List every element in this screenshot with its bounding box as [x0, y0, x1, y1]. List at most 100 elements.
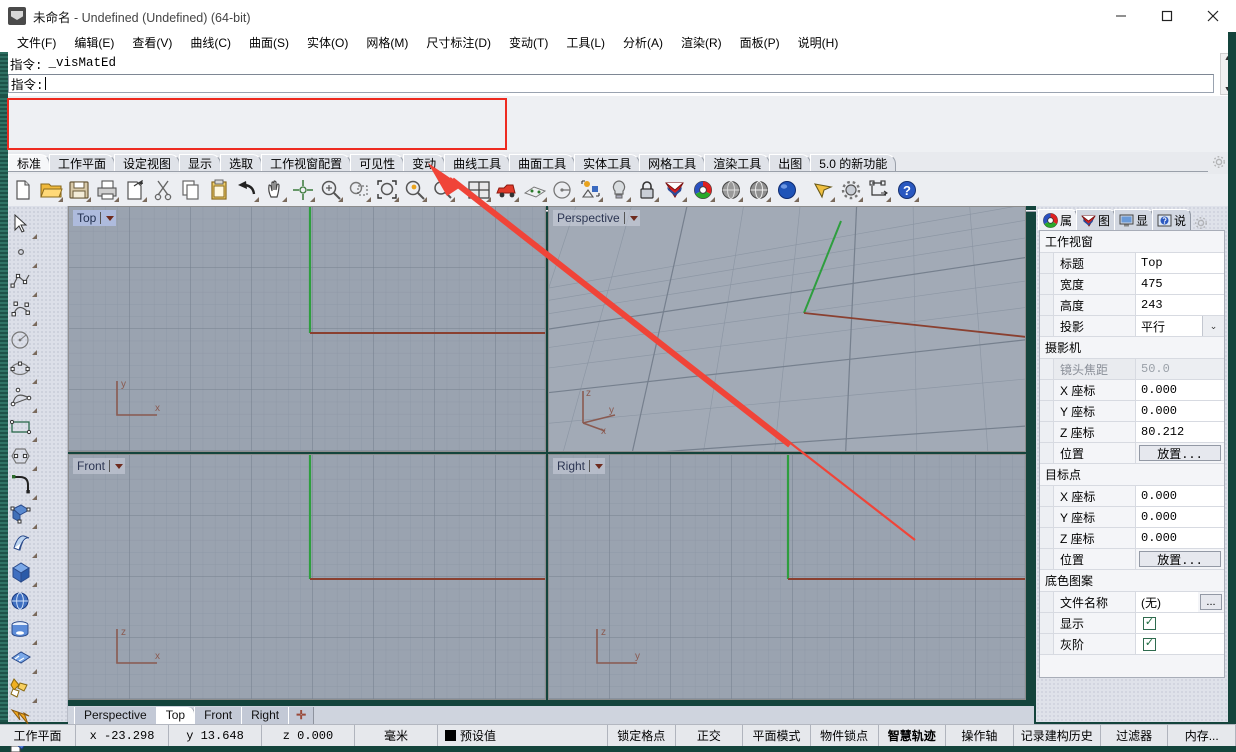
- property-value[interactable]: 0.000: [1136, 507, 1224, 527]
- new-file-icon[interactable]: [10, 177, 36, 203]
- menu-item-4[interactable]: 曲线(C): [181, 32, 240, 53]
- curve-control-points-icon[interactable]: [8, 298, 38, 327]
- browse-file-button[interactable]: ...: [1200, 594, 1222, 610]
- status-toggle-3[interactable]: 平面模式: [743, 725, 811, 746]
- cut-icon[interactable]: [150, 177, 176, 203]
- car-icon[interactable]: [494, 177, 520, 203]
- viewport-tab-top[interactable]: Top: [155, 707, 196, 724]
- status-toggle-1[interactable]: 锁定格点: [608, 725, 676, 746]
- explode-icon[interactable]: [8, 675, 38, 704]
- property-value[interactable]: (无): [1136, 592, 1198, 612]
- surface-from-points-icon[interactable]: [8, 501, 38, 530]
- zoom-selected-icon[interactable]: [402, 177, 428, 203]
- pan-icon[interactable]: [262, 177, 288, 203]
- right-panel-tab-2[interactable]: 图: [1076, 209, 1116, 230]
- boolean-icon[interactable]: [8, 646, 38, 675]
- menu-item-9[interactable]: 变动(T): [500, 32, 557, 53]
- main-tab-8[interactable]: 变动: [403, 154, 446, 172]
- menu-item-7[interactable]: 网格(M): [357, 32, 417, 53]
- menu-item-6[interactable]: 实体(O): [298, 32, 357, 53]
- polygon-icon[interactable]: [8, 443, 38, 472]
- main-tab-11[interactable]: 实体工具: [574, 154, 641, 172]
- status-toggle-9[interactable]: 内存...: [1168, 725, 1236, 746]
- group-icon[interactable]: [578, 177, 604, 203]
- menu-item-12[interactable]: 渲染(R): [672, 32, 731, 53]
- main-tab-6[interactable]: 工作视窗配置: [261, 154, 352, 172]
- zoom-window-icon[interactable]: [346, 177, 372, 203]
- property-value[interactable]: 0.000: [1136, 401, 1224, 421]
- viewport-tab-perspective[interactable]: Perspective: [74, 707, 157, 724]
- main-tab-2[interactable]: 工作平面: [49, 154, 116, 172]
- extrude-surface-icon[interactable]: [8, 530, 38, 559]
- main-tab-10[interactable]: 曲面工具: [509, 154, 576, 172]
- box-icon[interactable]: [8, 559, 38, 588]
- add-viewport-tab-button[interactable]: ✛: [288, 707, 315, 724]
- menu-item-11[interactable]: 分析(A): [614, 32, 672, 53]
- maximize-button[interactable]: [1144, 0, 1190, 32]
- clock-icon[interactable]: [550, 177, 576, 203]
- property-value[interactable]: Top: [1136, 253, 1224, 273]
- place-button[interactable]: 放置...: [1139, 551, 1221, 568]
- polyline-icon[interactable]: [8, 269, 38, 298]
- rotate-view-icon[interactable]: [290, 177, 316, 203]
- fillet-curve-icon[interactable]: [8, 472, 38, 501]
- status-layer[interactable]: 预设值: [438, 725, 608, 746]
- render-sphere-icon[interactable]: [774, 177, 800, 203]
- rectangle-icon[interactable]: [8, 414, 38, 443]
- status-toggle-2[interactable]: 正交: [676, 725, 744, 746]
- property-value[interactable]: 243: [1136, 295, 1224, 315]
- dimension-icon[interactable]: [866, 177, 892, 203]
- viewport-front-label-button[interactable]: Front: [73, 458, 126, 474]
- close-button[interactable]: [1190, 0, 1236, 32]
- property-checkbox[interactable]: ✓: [1143, 616, 1156, 630]
- property-value[interactable]: 平行: [1136, 316, 1202, 336]
- property-checkbox[interactable]: ✓: [1143, 637, 1156, 651]
- viewport-layout-icon[interactable]: [466, 177, 492, 203]
- menu-item-8[interactable]: 尺寸标注(D): [417, 32, 500, 53]
- cplane-icon[interactable]: [522, 177, 548, 203]
- select-object-icon[interactable]: [8, 211, 38, 240]
- main-tab-12[interactable]: 网格工具: [639, 154, 706, 172]
- menu-item-10[interactable]: 工具(L): [557, 32, 614, 53]
- viewport-perspective-label-button[interactable]: Perspective: [553, 210, 640, 226]
- chevron-down-icon[interactable]: ⌄: [1202, 316, 1224, 336]
- viewport-tab-right[interactable]: Right: [241, 707, 290, 724]
- zoom-dynamic-icon[interactable]: [430, 177, 456, 203]
- open-file-icon[interactable]: [38, 177, 64, 203]
- viewport-perspective[interactable]: Perspective z y x: [548, 206, 1026, 452]
- property-value[interactable]: 80.212: [1136, 422, 1224, 442]
- viewport-tab-front[interactable]: Front: [194, 707, 243, 724]
- menu-item-3[interactable]: 查看(V): [123, 32, 181, 53]
- options-gear-icon[interactable]: [838, 177, 864, 203]
- status-toggle-5[interactable]: 智慧轨迹: [879, 725, 947, 746]
- right-panel-tab-4[interactable]: 说: [1152, 209, 1192, 230]
- main-tab-1[interactable]: 标准: [8, 154, 51, 172]
- layer-icon[interactable]: [662, 177, 688, 203]
- menu-item-14[interactable]: 说明(H): [789, 32, 848, 53]
- right-panel-tab-3[interactable]: 显: [1114, 209, 1154, 230]
- export-icon[interactable]: [122, 177, 148, 203]
- viewport-right-label-button[interactable]: Right: [553, 458, 606, 474]
- zoom-extents-icon[interactable]: [374, 177, 400, 203]
- status-toggle-6[interactable]: 操作轴: [946, 725, 1014, 746]
- panel-options-gear-icon[interactable]: [1194, 216, 1208, 230]
- property-value[interactable]: 0.000: [1136, 486, 1224, 506]
- viewport-perspective-dropdown-caret[interactable]: [629, 215, 638, 221]
- command-input[interactable]: 指令:: [8, 74, 1214, 93]
- property-value[interactable]: 475: [1136, 274, 1224, 294]
- main-tab-4[interactable]: 显示: [179, 154, 222, 172]
- property-value[interactable]: 0.000: [1136, 528, 1224, 548]
- main-tab-3[interactable]: 设定视图: [114, 154, 181, 172]
- viewport-top[interactable]: Top y x: [68, 206, 546, 452]
- point-icon[interactable]: [8, 240, 38, 269]
- status-toggle-8[interactable]: 过滤器: [1101, 725, 1169, 746]
- main-tab-9[interactable]: 曲线工具: [444, 154, 511, 172]
- right-panel-tab-1[interactable]: 属: [1038, 209, 1078, 230]
- ellipse-icon[interactable]: [8, 356, 38, 385]
- viewport-top-dropdown-caret[interactable]: [106, 215, 115, 221]
- main-tab-7[interactable]: 可见性: [350, 154, 405, 172]
- place-button[interactable]: 放置...: [1139, 445, 1221, 462]
- print-icon[interactable]: [94, 177, 120, 203]
- render-preview-icon[interactable]: [746, 177, 772, 203]
- copy-icon[interactable]: [178, 177, 204, 203]
